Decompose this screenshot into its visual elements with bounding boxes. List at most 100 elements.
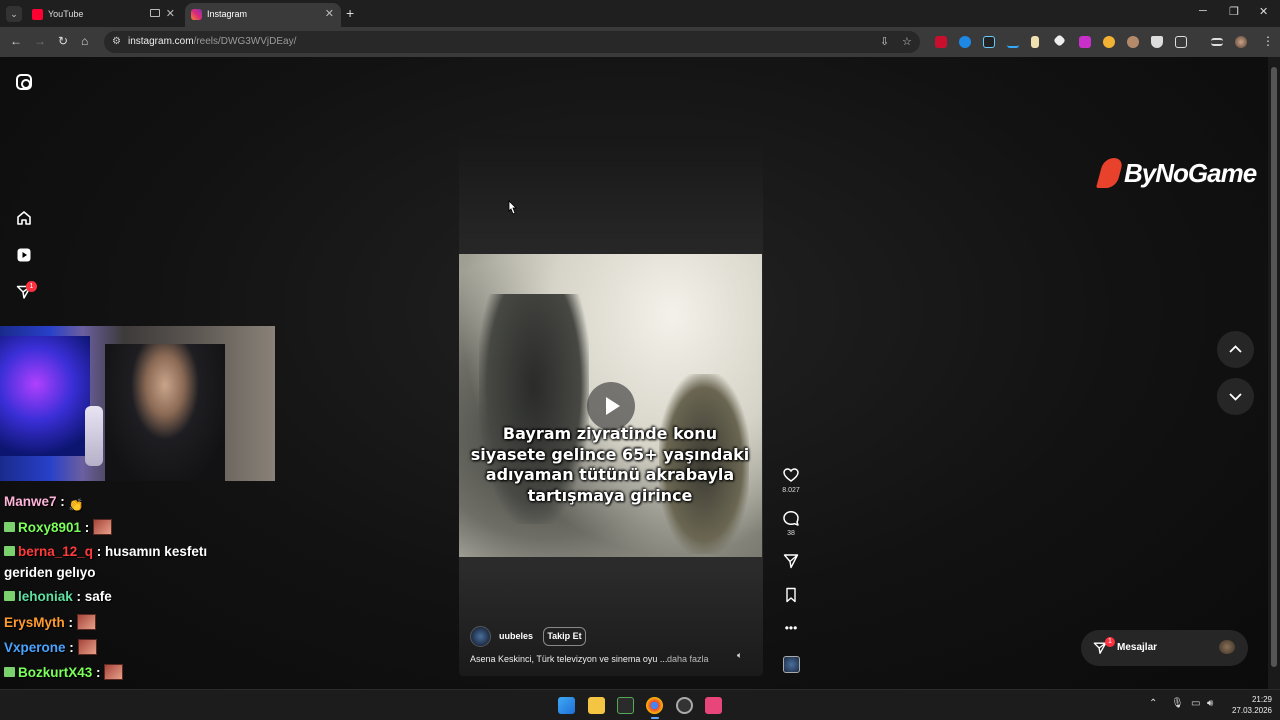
share-icon[interactable] bbox=[781, 553, 801, 569]
minimize-icon[interactable]: ─ bbox=[1199, 5, 1207, 17]
chat-username: Roxy8901 bbox=[18, 520, 82, 535]
follow-button[interactable]: Takip Et bbox=[543, 627, 586, 646]
site-info-icon[interactable]: ⚙ bbox=[112, 36, 121, 47]
chat-username: ErysMyth bbox=[4, 615, 65, 630]
bookmark-star-icon[interactable]: ☆ bbox=[902, 35, 912, 48]
instagram-logo-icon[interactable] bbox=[16, 74, 32, 90]
messages-count-badge: 1 bbox=[1105, 637, 1115, 647]
previous-reel-button[interactable] bbox=[1217, 331, 1254, 368]
extension-icon[interactable] bbox=[1031, 36, 1039, 48]
url-text[interactable]: instagram.com/reels/DWG3WVjDEay/ bbox=[128, 36, 296, 47]
chat-badge-icon bbox=[4, 591, 15, 601]
volume-tray-icon[interactable]: 🔊︎ bbox=[1207, 698, 1213, 709]
home-icon[interactable] bbox=[16, 210, 32, 226]
instagram-favicon-icon bbox=[191, 9, 202, 20]
extension-icon[interactable] bbox=[1103, 36, 1115, 48]
adblock-extension-icon[interactable] bbox=[935, 36, 947, 48]
restore-icon[interactable]: ❐ bbox=[1229, 5, 1239, 18]
new-tab-button[interactable]: + bbox=[346, 5, 354, 21]
pepe-emote-icon bbox=[77, 639, 97, 655]
chat-separator: : bbox=[93, 544, 106, 559]
media-control-icon[interactable] bbox=[1211, 38, 1223, 46]
microphone-icon[interactable]: 🎙︎ bbox=[1171, 698, 1184, 709]
clock-time: 21:29 bbox=[1251, 695, 1272, 704]
play-button[interactable] bbox=[587, 382, 635, 430]
tab-close-icon[interactable]: ✕ bbox=[325, 7, 334, 20]
address-bar[interactable]: ⚙ instagram.com/reels/DWG3WVjDEay/ ⇩ ☆ bbox=[104, 31, 920, 53]
tab-youtube[interactable]: YouTube ✕ bbox=[26, 3, 182, 27]
tab-search-menu-button[interactable]: ⌄ bbox=[6, 6, 22, 22]
messages-button[interactable]: 1 Mesajlar bbox=[1081, 630, 1248, 666]
extension-icon[interactable] bbox=[1127, 36, 1139, 48]
messages-avatar-stack bbox=[1219, 640, 1235, 654]
next-reel-button[interactable] bbox=[1217, 378, 1254, 415]
tab-title: Instagram bbox=[207, 9, 248, 19]
tab-title: YouTube bbox=[48, 9, 84, 19]
profile-avatar[interactable] bbox=[1235, 36, 1247, 48]
tray-overflow-icon[interactable]: ⌃ bbox=[1149, 698, 1157, 709]
reels-icon[interactable] bbox=[16, 247, 32, 263]
reload-icon[interactable]: ↻ bbox=[58, 34, 68, 48]
extensions-puzzle-icon[interactable] bbox=[1175, 36, 1187, 48]
more-options-icon[interactable]: ••• bbox=[781, 620, 801, 636]
scrollbar-thumb[interactable] bbox=[1271, 67, 1277, 667]
tab-instagram[interactable]: Instagram ✕ bbox=[185, 3, 341, 27]
audio-thumbnail[interactable] bbox=[783, 656, 800, 673]
chat-separator: : bbox=[64, 615, 77, 630]
save-bookmark-icon[interactable] bbox=[781, 587, 801, 603]
page-scrollbar[interactable] bbox=[1268, 57, 1280, 689]
file-explorer-icon[interactable] bbox=[588, 697, 605, 714]
terminal-icon[interactable] bbox=[617, 697, 634, 714]
chat-username: berna_12_q bbox=[18, 544, 94, 559]
like-heart-icon[interactable] bbox=[781, 467, 801, 483]
chrome-icon[interactable] bbox=[646, 697, 663, 714]
picture-in-picture-icon bbox=[150, 9, 160, 17]
pepe-emote-icon bbox=[104, 664, 124, 680]
comment-count: 38 bbox=[787, 530, 795, 537]
clock-date: 27.03.2026 bbox=[1231, 706, 1272, 715]
clap-emote-icon: 👏 bbox=[68, 498, 84, 512]
chat-message: BozkurtX43 : bbox=[4, 664, 124, 680]
reel-caption: Bayram ziyratinde konu siyasete gelince … bbox=[470, 424, 750, 505]
author-avatar[interactable] bbox=[470, 626, 491, 647]
system-clock[interactable]: 21:29 27.03.2026 bbox=[1222, 694, 1272, 716]
shield-extension-icon[interactable] bbox=[1151, 36, 1163, 48]
app-icon[interactable] bbox=[705, 697, 722, 714]
extension-icon[interactable] bbox=[959, 36, 971, 48]
chat-message: ErysMyth : bbox=[4, 614, 96, 630]
author-username[interactable]: uubeles bbox=[499, 631, 533, 641]
browser-tab-strip: ⌄ YouTube ✕ Instagram ✕ + ─ ❐ ✕ bbox=[0, 0, 1280, 27]
chat-text: safe bbox=[84, 589, 112, 604]
chat-message: Manwe7 : 👏 bbox=[4, 494, 88, 514]
like-count: 8.027 bbox=[782, 487, 800, 494]
extension-icon[interactable] bbox=[1007, 36, 1019, 48]
network-icon[interactable]: ▭ bbox=[1191, 698, 1200, 709]
chat-text: husamın kesfetı bbox=[105, 544, 208, 559]
extension-icon[interactable] bbox=[983, 36, 995, 48]
extension-icon[interactable] bbox=[1053, 34, 1066, 47]
chat-username: BozkurtX43 bbox=[18, 665, 93, 680]
chevron-down-icon bbox=[1229, 393, 1242, 401]
chat-text: geriden gelıyo bbox=[4, 565, 96, 580]
notification-badge: 1 bbox=[26, 281, 37, 292]
volume-icon[interactable]: 🔈︎ bbox=[737, 650, 742, 661]
more-link[interactable]: daha fazla bbox=[667, 654, 709, 664]
obs-icon[interactable] bbox=[676, 697, 693, 714]
comment-icon[interactable] bbox=[781, 510, 801, 526]
youtube-favicon-icon bbox=[32, 9, 43, 20]
windows-taskbar: ⌃ 🎙︎ ▭ 🔊︎ 21:29 27.03.2026 bbox=[0, 689, 1280, 720]
back-icon[interactable]: ← bbox=[10, 34, 22, 48]
forward-icon[interactable]: → bbox=[34, 34, 46, 48]
bynogame-logo-icon bbox=[1095, 158, 1125, 188]
browser-menu-icon[interactable]: ⋮ bbox=[1262, 34, 1274, 48]
chat-username: Vxperone bbox=[4, 640, 66, 655]
home-icon[interactable]: ⌂ bbox=[81, 34, 88, 48]
chat-badge-icon bbox=[4, 522, 15, 532]
install-app-icon[interactable]: ⇩ bbox=[880, 35, 889, 48]
start-windows-icon[interactable] bbox=[558, 697, 575, 714]
tab-close-icon[interactable]: ✕ bbox=[166, 7, 175, 20]
chat-separator: : bbox=[81, 520, 94, 535]
streamer-webcam bbox=[0, 326, 275, 481]
window-close-icon[interactable]: ✕ bbox=[1259, 5, 1268, 18]
extension-icon[interactable] bbox=[1079, 36, 1091, 48]
